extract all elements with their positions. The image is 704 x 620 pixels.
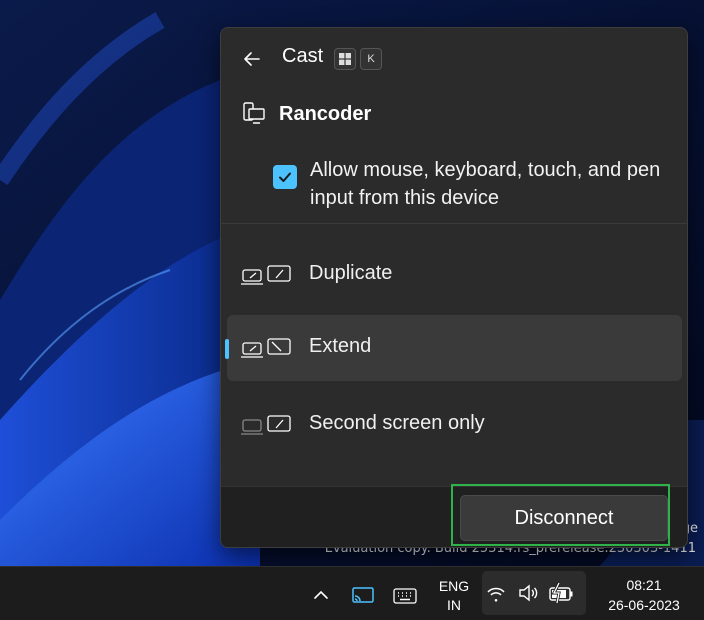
mode-label: Second screen only — [309, 412, 485, 434]
allow-input-label: Allow mouse, keyboard, touch, and pen in… — [310, 159, 661, 209]
connected-device: Rancoder — [241, 100, 661, 130]
touch-keyboard-button[interactable] — [392, 583, 418, 609]
mode-label: Extend — [309, 335, 372, 357]
extend-screens-icon — [241, 338, 291, 358]
clock-time: 08:21 — [626, 577, 662, 593]
duplicate-screens-icon — [241, 265, 291, 285]
windows-key-icon — [334, 48, 356, 70]
keyboard-icon — [393, 588, 417, 604]
taskbar: ENG IN 08:21 26-06-2023 — [0, 566, 704, 620]
highlight-box — [451, 484, 670, 546]
mode-extend[interactable]: Extend — [225, 315, 682, 381]
quick-settings-button[interactable] — [482, 571, 586, 615]
mode-second-screen-only[interactable]: Second screen only — [227, 392, 682, 458]
selected-indicator — [225, 339, 229, 359]
divider — [221, 223, 687, 224]
cast-device-icon — [243, 102, 265, 124]
battery-charging-icon — [549, 582, 573, 604]
mode-label: Duplicate — [309, 262, 393, 284]
wifi-icon — [487, 587, 505, 602]
chevron-up-icon — [314, 590, 328, 599]
second-screen-only-icon — [241, 415, 291, 435]
back-arrow-icon — [244, 52, 260, 66]
cast-flyout: Cast K Rancoder Allow mouse, keyboard, t… — [220, 27, 688, 548]
flyout-header: Cast K — [221, 28, 687, 90]
clock-button[interactable]: 08:21 26-06-2023 — [588, 575, 700, 615]
flyout-title: Cast — [282, 45, 324, 67]
allow-input-checkbox[interactable] — [273, 165, 297, 189]
input-language-button[interactable]: ENG IN — [432, 577, 476, 615]
device-name: Rancoder — [279, 103, 372, 125]
back-button[interactable] — [239, 46, 265, 72]
volume-icon — [519, 584, 538, 602]
region-label: IN — [447, 597, 461, 613]
checkmark-icon — [279, 172, 291, 182]
clock-date: 26-06-2023 — [608, 597, 680, 613]
show-hidden-icons-button[interactable] — [309, 583, 333, 607]
cast-tray-button[interactable] — [350, 583, 376, 609]
cast-icon — [352, 587, 374, 603]
mode-duplicate[interactable]: Duplicate — [227, 242, 682, 308]
language-label: ENG — [438, 578, 470, 594]
shortcut-key-k: K — [360, 48, 382, 70]
